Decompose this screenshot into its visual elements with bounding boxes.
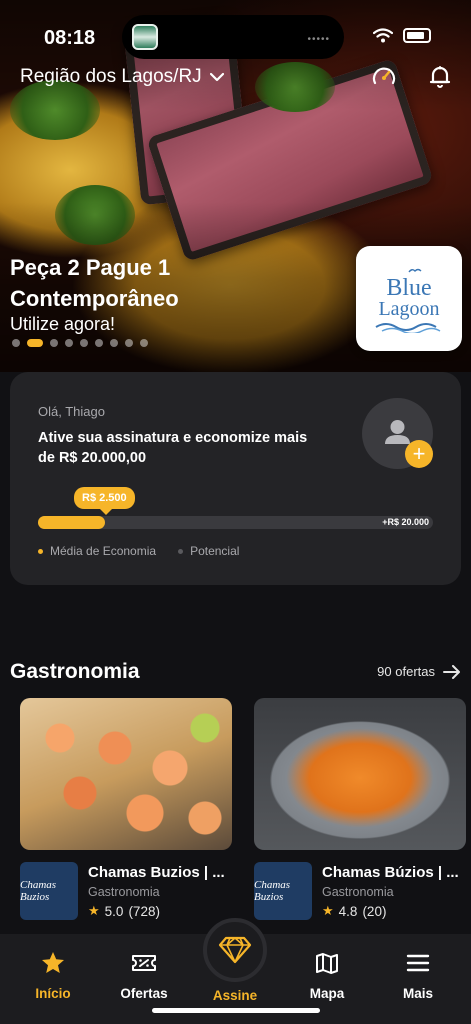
rating-value: 4.8 [338, 903, 358, 919]
region-selector[interactable]: Região dos Lagos/RJ [20, 66, 224, 88]
offer-category: Gastronomia [88, 885, 160, 899]
pager-dot[interactable] [65, 339, 73, 347]
star-icon [42, 952, 64, 973]
add-photo-button[interactable]: + [405, 440, 433, 468]
pager-dot[interactable] [80, 339, 88, 347]
savings-bubble: R$ 2.500 [74, 487, 135, 515]
offer-name: Chamas Buzios | ... [88, 864, 225, 881]
section-title: Gastronomia [10, 660, 140, 683]
pager-dot[interactable] [12, 339, 20, 347]
restaurant-logo: Chamas Buzios [254, 862, 312, 920]
tab-label: Mais [402, 986, 433, 1001]
tab-label: Ofertas [120, 986, 168, 1001]
offer-photo [20, 698, 232, 850]
app-thumbnail-icon [132, 24, 158, 50]
offer-card[interactable]: Chamas Buzios Chamas Búzios | ... Gastro… [254, 698, 466, 930]
menu-icon [406, 954, 430, 972]
chevron-down-icon [209, 72, 224, 82]
legend-dot [178, 548, 184, 554]
bell-icon[interactable] [427, 64, 453, 90]
diamond-icon [218, 936, 252, 964]
region-label: Região dos Lagos/RJ [20, 66, 202, 87]
arrow-right-icon [443, 664, 460, 679]
pager-dot[interactable] [140, 339, 148, 347]
restaurant-logo: Chamas Buzios [20, 862, 78, 920]
savings-progress-fill [38, 516, 106, 529]
offer-meta: Chamas Buzios Chamas Buzios | ... Gastro… [20, 860, 232, 930]
rating-value: 5.0 [104, 903, 124, 919]
ticket-icon [132, 955, 156, 971]
star-icon: ★ [322, 903, 334, 918]
partner-logo-word: Lagoon [378, 297, 440, 320]
app-screen: 08:18 ••••• Região dos Lagos/RJ Peça 2 P… [0, 0, 471, 1024]
tab-mais[interactable]: Mais [378, 934, 458, 1001]
legend-item-average: Média de Economia [38, 544, 156, 558]
status-indicators [373, 28, 431, 43]
home-indicator [152, 1008, 320, 1013]
review-count: (20) [362, 903, 387, 919]
legend-label: Média de Economia [50, 544, 157, 558]
offer-name: Chamas Búzios | ... [322, 864, 459, 881]
progress-legend: Média de Economia Potencial [38, 544, 239, 558]
battery-icon [403, 28, 431, 43]
review-count: (728) [128, 903, 160, 919]
see-all-offers-link[interactable]: 90 ofertas [377, 664, 461, 679]
pager-dot[interactable] [50, 339, 58, 347]
legend-label: Potencial [190, 544, 240, 558]
pager-dot[interactable] [95, 339, 103, 347]
tab-label: Assine [212, 988, 258, 1003]
island-dots: ••••• [307, 34, 330, 45]
offer-category: Gastronomia [322, 885, 394, 899]
subscription-card[interactable]: Olá, Thiago Ative sua assinatura e econo… [10, 372, 461, 585]
offer-meta: Chamas Buzios Chamas Búzios | ... Gastro… [254, 860, 466, 930]
offer-photo [254, 698, 466, 850]
header-actions [371, 64, 453, 90]
offer-rating: ★ 4.8 (20) [322, 903, 386, 919]
pager-dot[interactable] [125, 339, 133, 347]
status-time: 08:18 [44, 27, 96, 49]
subscription-message: Ative sua assinatura e economize mais de… [38, 430, 308, 466]
subscribe-button[interactable] [203, 918, 267, 982]
tab-label: Mapa [309, 986, 345, 1001]
wave-icon [375, 322, 441, 333]
pager-dot[interactable] [110, 339, 118, 347]
pager-dot[interactable] [27, 339, 43, 347]
tab-mapa[interactable]: Mapa [287, 934, 367, 1001]
tab-ofertas[interactable]: Ofertas [104, 934, 184, 1001]
offer-rating: ★ 5.0 (728) [88, 903, 160, 919]
dynamic-island: ••••• [122, 15, 344, 59]
partner-logo[interactable]: Blue Lagoon [356, 246, 462, 351]
offer-card[interactable]: Chamas Buzios Chamas Buzios | ... Gastro… [20, 698, 232, 930]
offer-subtitle: Utilize agora! [10, 314, 116, 334]
greeting-text: Olá, Thiago [38, 404, 105, 419]
carousel-pager[interactable] [12, 339, 148, 347]
speedometer-icon[interactable] [371, 64, 397, 90]
map-icon [316, 953, 338, 974]
offers-count: 90 ofertas [377, 664, 435, 679]
legend-dot [38, 548, 43, 554]
tab-inicio[interactable]: Início [13, 934, 93, 1001]
legend-item-potential: Potencial [178, 544, 239, 558]
savings-progress-track: +R$ 20.000 [38, 516, 433, 529]
tab-label: Início [35, 986, 71, 1001]
star-icon: ★ [88, 903, 100, 918]
bird-icon [408, 268, 422, 272]
potential-label: +R$ 20.000 [382, 517, 429, 527]
partner-logo-word: Blue [386, 274, 432, 301]
wifi-icon [373, 28, 393, 43]
offer-title: Peça 2 Pague 1 Contemporâneo [10, 255, 179, 311]
